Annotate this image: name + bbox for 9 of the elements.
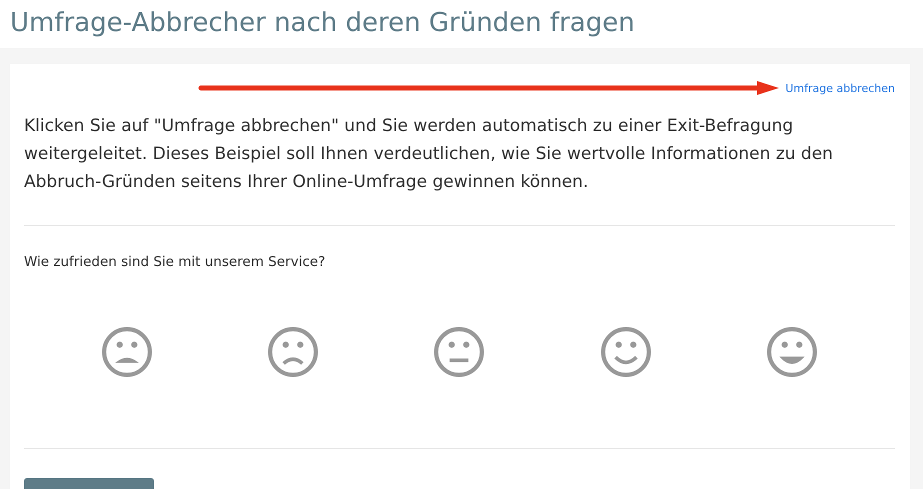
happy-face-icon[interactable] [600, 326, 652, 378]
page-title: Umfrage-Abbrecher nach deren Gründen fragen [0, 0, 923, 48]
question-text: Wie zufrieden sind Sie mit unserem Service? [24, 254, 326, 270]
very-sad-face-icon[interactable] [101, 326, 154, 378]
neutral-face-icon[interactable] [433, 326, 486, 378]
intro-paragraph: Klicken Sie auf "Umfrage abbrechen" und Sie werden automatisch zu einer Exit-Befragung weitergeleitet. Dieses Beispiel soll Ihnen verdeutlichen, wie Sie wertvolle Informationen zu den Abbruch-Gründen seitens Ihrer Online-Umfrage gewinnen können. [24, 115, 834, 194]
very-happy-face-icon[interactable] [766, 326, 818, 378]
cancel-survey-link[interactable]: Umfrage abbrechen [785, 82, 895, 94]
sad-face-icon[interactable] [267, 326, 320, 378]
